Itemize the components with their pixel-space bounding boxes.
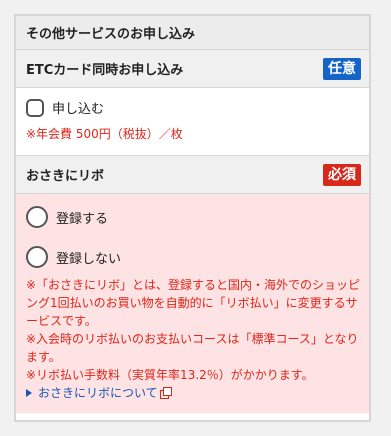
ribo-register-option[interactable]: 登録する xyxy=(26,204,361,230)
ribo-note-fee: ※リボ払い手数料（実質年率13.2％）がかかります。 xyxy=(26,368,314,382)
ribo-body: 登録する 登録しない ※「おさきにリボ」とは、登録すると国内・海外でのショッピン… xyxy=(16,194,369,413)
etc-card-body: 申し込む ※年会費 500円（税抜）／枚 xyxy=(16,88,369,156)
etc-fee-note: ※年会費 500円（税抜）／枚 xyxy=(26,127,183,141)
ribo-header: おさきにリボ 必須 xyxy=(16,156,369,194)
ribo-info-link-text[interactable]: おさきにリボについて xyxy=(38,384,158,402)
optional-badge: 任意 xyxy=(323,57,361,80)
service-application-panel: その他サービスのお申し込み ETCカード同時お申し込み 任意 申し込む ※年会費… xyxy=(14,14,371,422)
etc-apply-checkbox[interactable] xyxy=(26,98,44,117)
ribo-register-label[interactable]: 登録する xyxy=(56,208,108,227)
triangle-right-icon xyxy=(26,389,32,397)
etc-card-label: ETCカード同時お申し込み xyxy=(26,63,184,78)
ribo-info-link[interactable]: おさきにリボについて xyxy=(26,384,361,402)
ribo-no-register-option[interactable]: 登録しない xyxy=(26,244,361,270)
ribo-no-register-label[interactable]: 登録しない xyxy=(56,248,121,267)
ribo-no-register-radio[interactable] xyxy=(26,246,48,268)
ribo-note-course: ※入会時のリボ払いのお支払いコースは「標準コース」となります。 xyxy=(26,332,359,364)
etc-apply-label[interactable]: 申し込む xyxy=(52,98,104,117)
section-title-text: その他サービスのお申し込み xyxy=(26,27,196,42)
etc-card-header: ETCカード同時お申し込み 任意 xyxy=(16,50,369,88)
external-link-icon xyxy=(159,387,172,399)
etc-apply-option[interactable]: 申し込む xyxy=(26,98,369,117)
required-badge: 必須 xyxy=(323,163,361,186)
ribo-register-radio[interactable] xyxy=(26,206,48,228)
ribo-note-description: ※「おさきにリボ」とは、登録すると国内・海外でのショッピング1回払いのお買い物を… xyxy=(26,278,361,328)
ribo-notes: ※「おさきにリボ」とは、登録すると国内・海外でのショッピング1回払いのお買い物を… xyxy=(26,276,361,402)
section-title: その他サービスのお申し込み xyxy=(16,16,369,50)
ribo-label: おさきにリボ xyxy=(26,169,105,184)
